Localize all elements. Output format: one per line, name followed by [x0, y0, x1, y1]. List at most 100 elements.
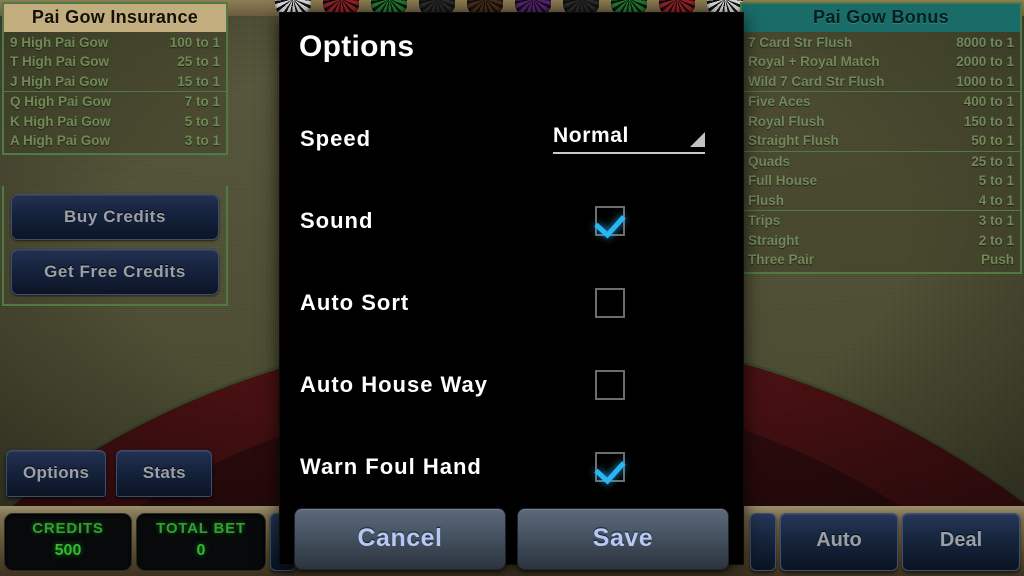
bonus-row: Quads 25 to 1 [742, 150, 1020, 171]
bonus-row-name: Full House [748, 173, 818, 189]
insurance-row-odds: 25 to 1 [177, 54, 220, 70]
insurance-row: A High Pai Gow 3 to 1 [4, 131, 226, 150]
checkbox-auto-sort[interactable] [595, 288, 625, 318]
speed-dropdown-value: Normal [553, 124, 629, 147]
bonus-row: Straight 2 to 1 [742, 231, 1020, 250]
bonus-row: Royal Flush 150 to 1 [742, 112, 1020, 131]
dialog-title: Options [299, 30, 415, 63]
insurance-row: 9 High Pai Gow 100 to 1 [4, 33, 226, 52]
paytable-bonus: Pai Gow Bonus 7 Card Str Flush 8000 to 1 R… [740, 2, 1022, 274]
bonus-row: Flush 4 to 1 [742, 191, 1020, 210]
insurance-row-odds: 3 to 1 [184, 133, 220, 149]
checkbox-auto-house-way[interactable] [595, 370, 625, 400]
option-row-auto-house-way: Auto House Way [280, 344, 743, 426]
credits-meter: CREDITS 500 [4, 513, 132, 571]
bonus-row-name: Royal + Royal Match [748, 54, 880, 70]
option-row-auto-sort: Auto Sort [280, 262, 743, 344]
option-row-speed: Speed Normal [280, 98, 743, 180]
option-label-sound: Sound [300, 208, 374, 233]
bonus-row-odds: 25 to 1 [971, 153, 1014, 169]
paytable-bonus-rows: 7 Card Str Flush 8000 to 1 Royal + Royal M… [742, 32, 1020, 272]
total-bet-meter: TOTAL BET 0 [136, 513, 266, 571]
bonus-row-odds: 4 to 1 [978, 192, 1014, 208]
insurance-row-name: T High Pai Gow [10, 54, 110, 70]
bonus-row-odds: 2000 to 1 [956, 54, 1014, 70]
paytable-insurance-title: Pai Gow Insurance [4, 4, 226, 32]
option-row-sound: Sound [280, 180, 743, 262]
insurance-row-name: 9 High Pai Gow [10, 35, 109, 50]
chevron-down-icon [690, 132, 705, 147]
lower-left-button-group: Options Stats [6, 450, 213, 497]
option-control-sound [553, 206, 723, 236]
option-label-speed: Speed [300, 126, 372, 151]
bonus-row: Full House 5 to 1 [742, 171, 1020, 190]
options-dialog: Options Speed Normal Sound Auto Sort Auto Ho… [280, 13, 743, 570]
speed-dropdown[interactable]: Normal [553, 124, 705, 154]
save-button[interactable]: Save [517, 508, 729, 570]
insurance-row-name: Q High Pai Gow [10, 94, 112, 110]
insurance-row-name: A High Pai Gow [10, 133, 111, 149]
bonus-row-name: Straight Flush [748, 133, 839, 149]
bonus-row-odds: 50 to 1 [971, 133, 1014, 149]
options-button[interactable]: Options [6, 450, 107, 497]
bonus-row-odds: 2 to 1 [978, 232, 1014, 248]
insurance-row-odds: 7 to 1 [184, 94, 220, 110]
get-free-credits-button[interactable]: Get Free Credits [11, 249, 219, 295]
deal-button[interactable]: Deal [902, 513, 1020, 571]
bonus-row-name: Trips [748, 213, 781, 229]
option-row-warn-foul-hand: Warn Foul Hand [280, 426, 743, 508]
bonus-row: 7 Card Str Flush 8000 to 1 [742, 33, 1020, 52]
bonus-row-odds: 8000 to 1 [956, 35, 1014, 50]
bonus-row-odds: Push [980, 252, 1014, 268]
bonus-row-name: 7 Card Str Flush [748, 35, 853, 50]
bonus-row-name: Royal Flush [748, 113, 825, 129]
dialog-footer: Cancel Save [280, 508, 743, 576]
bonus-row: Three Pair Push [742, 250, 1020, 269]
insurance-row: J High Pai Gow 15 to 1 [4, 72, 226, 91]
bonus-row-odds: 150 to 1 [963, 113, 1014, 129]
credits-meter-label: CREDITS [32, 520, 104, 537]
option-label-warn-foul-hand: Warn Foul Hand [300, 454, 482, 479]
bonus-row-odds: 5 to 1 [978, 173, 1014, 189]
credit-buttons-box: Buy Credits Get Free Credits [2, 186, 228, 306]
option-control-warn-foul-hand [553, 452, 723, 482]
insurance-row: K High Pai Gow 5 to 1 [4, 112, 226, 131]
bonus-row: Wild 7 Card Str Flush 1000 to 1 [742, 72, 1020, 91]
paytable-bonus-title: Pai Gow Bonus [742, 4, 1020, 32]
stats-button[interactable]: Stats [116, 450, 213, 497]
bonus-row-name: Wild 7 Card Str Flush [748, 73, 885, 89]
option-control-auto-house-way [553, 370, 723, 400]
cancel-button[interactable]: Cancel [294, 508, 506, 570]
insurance-row-odds: 100 to 1 [169, 35, 220, 50]
bonus-row: Royal + Royal Match 2000 to 1 [742, 52, 1020, 71]
bonus-row-name: Straight [748, 232, 800, 248]
paytable-insurance-rows: 9 High Pai Gow 100 to 1 T High Pai Gow 25 t… [4, 32, 226, 153]
bonus-row-odds: 3 to 1 [978, 213, 1014, 229]
bonus-row-name: Flush [748, 192, 784, 208]
bonus-row-name: Three Pair [748, 252, 815, 268]
insurance-row: T High Pai Gow 25 to 1 [4, 52, 226, 71]
option-control-speed: Normal [553, 124, 723, 154]
buy-credits-button[interactable]: Buy Credits [11, 194, 219, 240]
rail-button-partial-right[interactable] [750, 513, 776, 571]
bonus-row-odds: 1000 to 1 [956, 73, 1014, 89]
bonus-row-odds: 400 to 1 [963, 94, 1014, 110]
bonus-row-name: Quads [748, 153, 791, 169]
paytable-insurance: Pai Gow Insurance 9 High Pai Gow 100 to 1… [2, 2, 228, 155]
insurance-row-odds: 5 to 1 [184, 113, 220, 129]
total-bet-meter-label: TOTAL BET [156, 520, 246, 537]
checkbox-warn-foul-hand[interactable] [595, 452, 625, 482]
bonus-row: Five Aces 400 to 1 [742, 91, 1020, 111]
bonus-row-name: Five Aces [748, 94, 811, 110]
total-bet-meter-value: 0 [196, 542, 206, 559]
bonus-row: Straight Flush 50 to 1 [742, 131, 1020, 150]
checkbox-sound[interactable] [595, 206, 625, 236]
insurance-row-odds: 15 to 1 [177, 73, 220, 89]
insurance-row-name: K High Pai Gow [10, 113, 111, 129]
option-label-auto-sort: Auto Sort [300, 290, 410, 315]
bonus-row: Trips 3 to 1 [742, 210, 1020, 230]
insurance-row: Q High Pai Gow 7 to 1 [4, 91, 226, 111]
auto-button[interactable]: Auto [780, 513, 898, 571]
option-control-auto-sort [553, 288, 723, 318]
dialog-body: Speed Normal Sound Auto Sort Auto House Way W… [280, 76, 743, 508]
